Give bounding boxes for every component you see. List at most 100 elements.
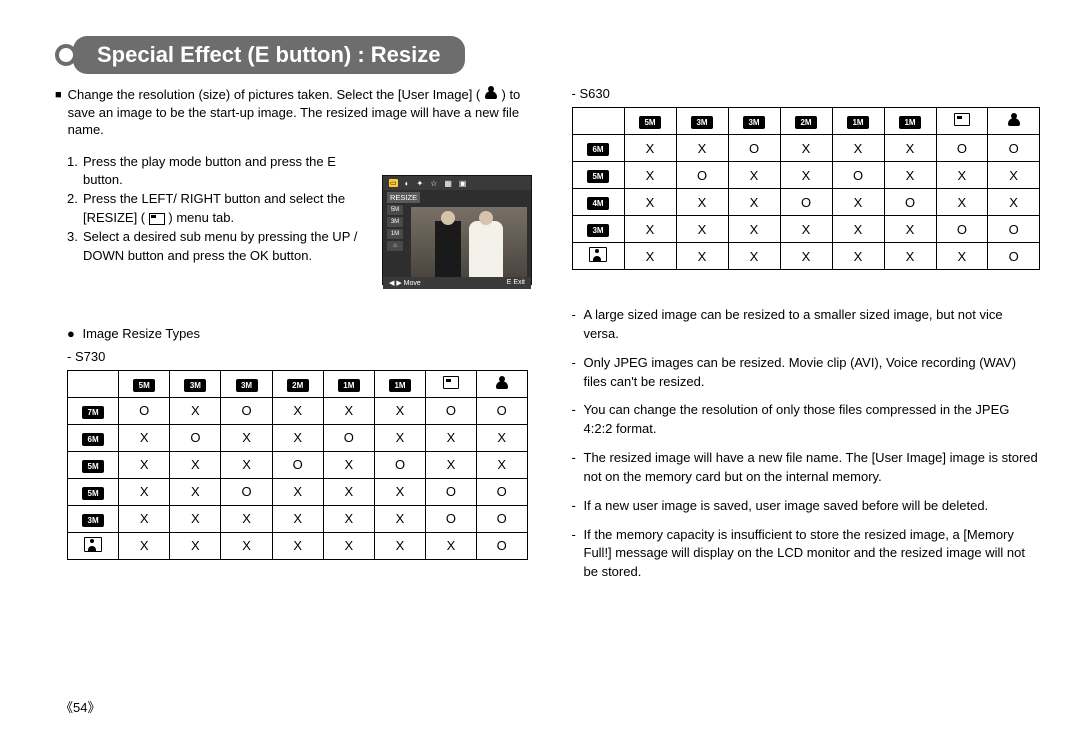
table-cell: X <box>884 135 936 162</box>
table-cell: O <box>476 478 527 505</box>
screenshot-label: RESIZE <box>387 192 420 203</box>
dash: - <box>572 354 584 392</box>
size-icon-3m: 3M <box>587 224 609 237</box>
table-cell: O <box>832 162 884 189</box>
ss-side-item: 1M <box>387 229 403 239</box>
table-cell: X <box>624 135 676 162</box>
table-cell: X <box>676 135 728 162</box>
table-cell: O <box>988 243 1040 270</box>
table-cell: X <box>374 532 425 559</box>
ss-icon: ✦ <box>416 179 423 188</box>
table-cell: X <box>988 162 1040 189</box>
table-cell: O <box>426 397 477 424</box>
table-cell: X <box>374 424 425 451</box>
table-cell: O <box>476 505 527 532</box>
table-row: 5MXXOXXXOO <box>68 478 528 505</box>
table-cell: X <box>272 505 323 532</box>
table-cell: X <box>624 162 676 189</box>
table-cell: O <box>476 397 527 424</box>
size-icon-2m: 2M <box>287 379 309 392</box>
step-text: ) menu tab. <box>168 210 234 225</box>
ss-side-item: ⌂ <box>387 241 403 251</box>
table-cell: X <box>426 532 477 559</box>
page-number: 《54》 <box>60 697 100 716</box>
table-cell: X <box>832 135 884 162</box>
table-cell: X <box>832 216 884 243</box>
table-cell: X <box>832 243 884 270</box>
table-cell: X <box>170 505 221 532</box>
table-cell: X <box>119 478 170 505</box>
table-cell: X <box>323 505 374 532</box>
step-number: 1. <box>67 153 83 191</box>
table-cell: O <box>988 135 1040 162</box>
user-image-icon <box>495 376 509 389</box>
size-icon-2m: 2M <box>795 116 817 129</box>
dash: - <box>572 497 584 516</box>
size-icon-5m: 5M <box>82 487 104 500</box>
size-icon-7m: 7M <box>82 406 104 419</box>
table-row: XXXXXXXO <box>572 243 1040 270</box>
dash: - <box>572 449 584 487</box>
table-cell: O <box>426 478 477 505</box>
table-label-s630: - S630 <box>568 86 1041 101</box>
table-cell: X <box>728 189 780 216</box>
screenshot-photo <box>411 207 527 277</box>
table-cell: X <box>936 243 988 270</box>
table-cell: X <box>374 478 425 505</box>
size-icon-6m: 6M <box>587 143 609 156</box>
table-row: 5MXXXOXOXX <box>68 451 528 478</box>
user-image-box-icon <box>84 537 102 552</box>
table-cell: X <box>476 424 527 451</box>
step-number: 2. <box>67 190 83 228</box>
table-cell: X <box>780 135 832 162</box>
table-cell: X <box>323 532 374 559</box>
table-cell: O <box>426 505 477 532</box>
table-cell: X <box>884 243 936 270</box>
table-cell: X <box>221 505 272 532</box>
table-cell: X <box>676 243 728 270</box>
table-cell: X <box>170 397 221 424</box>
table-cell: O <box>374 451 425 478</box>
table-cell: X <box>374 505 425 532</box>
size-icon-1m: 1M <box>338 379 360 392</box>
table-cell: O <box>170 424 221 451</box>
table-cell: X <box>624 216 676 243</box>
size-icon-3m: 3M <box>82 514 104 527</box>
table-cell: X <box>936 162 988 189</box>
table-cell: X <box>426 424 477 451</box>
size-icon-5m: 5M <box>133 379 155 392</box>
startup-image-icon <box>443 376 459 389</box>
table-cell: X <box>272 478 323 505</box>
screenshot-side-menu: 5M 3M 1M ⌂ <box>383 205 409 277</box>
size-icon-4m: 4M <box>587 197 609 210</box>
table-cell: X <box>780 243 832 270</box>
note-text: If a new user image is saved, user image… <box>584 497 989 516</box>
dash: - <box>572 401 584 439</box>
table-cell: X <box>119 424 170 451</box>
table-cell: O <box>936 135 988 162</box>
size-icon-3m: 3M <box>743 116 765 129</box>
ss-side-item: 5M <box>387 205 403 215</box>
steps-list: 1. Press the play mode button and press … <box>55 153 367 266</box>
table-row: XXXXXXXO <box>68 532 528 559</box>
step-number: 3. <box>67 228 83 266</box>
note-text: The resized image will have a new file n… <box>584 449 1041 487</box>
step-text: Press the play mode button and press the… <box>83 153 367 191</box>
table-cell: X <box>728 243 780 270</box>
resize-table-s630: 5M3M3M2M1M1M6MXXOXXXOO5MXOXXOXXX4MXXXOXO… <box>572 107 1041 270</box>
table-cell: O <box>780 189 832 216</box>
dash: - <box>572 526 584 583</box>
notes-list: -A large sized image can be resized to a… <box>568 306 1041 582</box>
step-text: Select a desired sub menu by pressing th… <box>83 228 367 266</box>
resize-tab-icon <box>149 213 165 225</box>
table-cell: X <box>780 216 832 243</box>
table-cell: X <box>272 424 323 451</box>
lcd-screenshot: ▭ ◐ ✦ ☆ ▦ ▣ RESIZE 5M 3M 1M ⌂ <box>382 175 532 285</box>
table-cell: X <box>323 397 374 424</box>
table-cell: X <box>323 478 374 505</box>
table-cell: O <box>119 397 170 424</box>
size-icon-5m: 5M <box>82 460 104 473</box>
page-header: Special Effect (E button) : Resize <box>55 36 1040 74</box>
table-cell: X <box>426 451 477 478</box>
table-cell: O <box>272 451 323 478</box>
